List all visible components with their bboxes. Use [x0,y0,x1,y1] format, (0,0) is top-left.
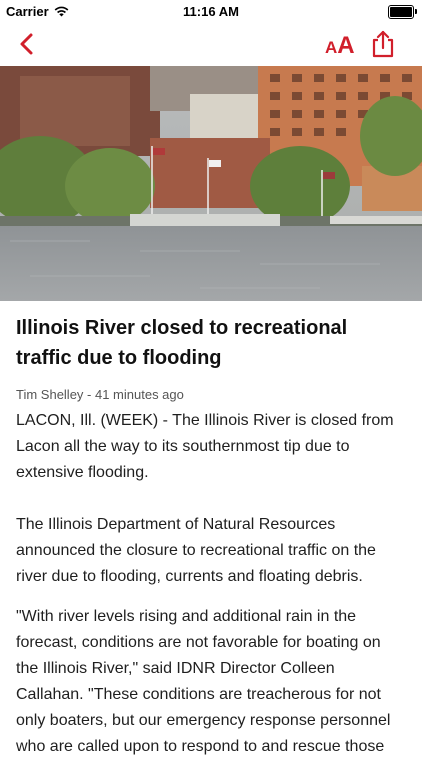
chevron-left-icon [20,33,33,55]
article-content: Illinois River closed to recreational tr… [0,301,422,760]
article-byline: Tim Shelley - 41 minutes ago [16,387,184,402]
navigation-bar: A A [0,22,422,66]
share-button[interactable] [370,29,396,59]
article-paragraph: "With river levels rising and additional… [16,608,391,755]
text-size-button[interactable]: A A [325,29,355,59]
article-paragraph: The Illinois Department of Natural Resou… [16,516,376,585]
article-hero-image [0,66,422,301]
share-icon [372,30,394,58]
status-bar: Carrier 11:16 AM [0,0,422,22]
back-button[interactable] [14,30,42,58]
battery-icon [388,5,417,19]
article-body: LACON, Ill. (WEEK) - The Illinois River … [16,408,406,760]
clock: 11:16 AM [183,4,239,19]
article-paragraph: LACON, Ill. (WEEK) - The Illinois River … [16,412,394,481]
text-size-large-glyph: A [337,32,355,59]
text-size-small-glyph: A [325,38,338,57]
article-headline: Illinois River closed to recreational tr… [16,317,348,369]
